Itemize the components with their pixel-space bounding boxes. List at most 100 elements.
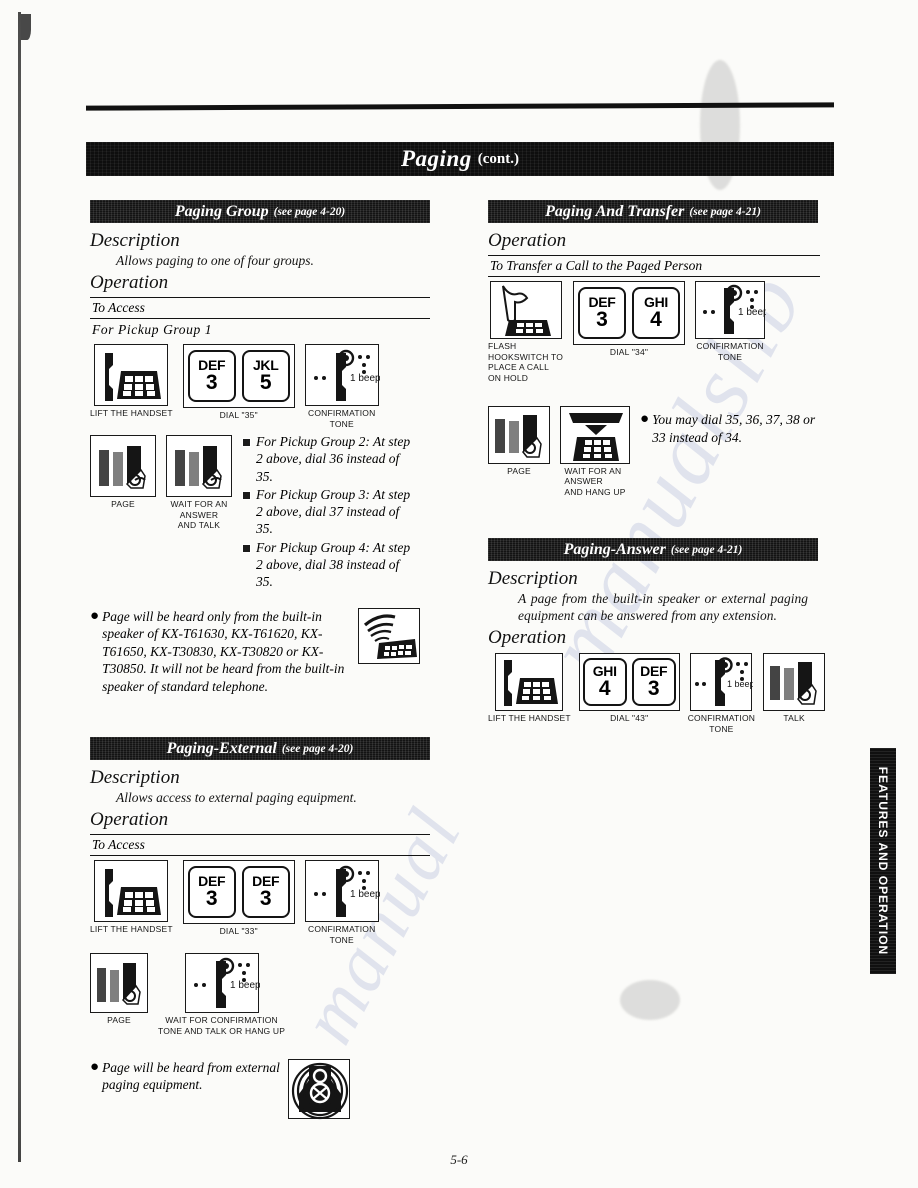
- section-title: Paging-Answer: [563, 540, 666, 558]
- page-number: 5-6: [450, 1152, 468, 1167]
- note-text: You may dial 35, 36, 37, 38 or 33 instea…: [652, 412, 816, 445]
- manual-page: manualslib manual Paging (cont.) Paging …: [0, 0, 918, 1188]
- thumb-tab-label: FEATURES AND OPERATION: [876, 766, 890, 956]
- page-title-suffix: (cont.): [477, 150, 519, 167]
- step-caption: TALK: [783, 713, 805, 724]
- description-text: Allows paging to one of four groups.: [116, 253, 314, 268]
- step-caption: LIFT THE HANDSET: [90, 924, 173, 935]
- step-caption: PAGE: [507, 465, 531, 476]
- square-bullet-icon: [242, 543, 251, 553]
- svg-text:1 beep: 1 beep: [230, 980, 260, 991]
- step-caption: DIAL "35": [219, 409, 258, 420]
- step-caption: CONFIRMATION TONE: [696, 341, 764, 362]
- to-access-label: To Access: [90, 296, 430, 319]
- variant-item: For Pickup Group 4: At step 2 above, dia…: [242, 539, 412, 591]
- operation-heading: Operation: [488, 627, 567, 649]
- note-text: Page will be heard from external paging …: [102, 1059, 280, 1093]
- section-title: Paging Group: [174, 202, 269, 220]
- step-confirmation-tone: 1 beep CONFIRMATION TONE: [304, 343, 381, 429]
- key-digit: 4: [598, 677, 611, 701]
- section-title: Paging-External: [166, 739, 277, 757]
- svg-text:1 beep: 1 beep: [738, 307, 766, 318]
- description-text: Allows access to external paging equipme…: [116, 790, 357, 806]
- key-letters: GHI: [644, 293, 669, 310]
- handset-phone-icon: [495, 653, 564, 712]
- left-column: Paging Group (see page 4-20) Description…: [90, 200, 430, 1119]
- step-row: LIFT THE HANDSET DEF 3 JKL 5 DIAL "35" 1…: [90, 343, 430, 429]
- description-heading: Description: [488, 568, 578, 590]
- pickup-group-variants: For Pickup Group 2: At step 2 above, dia…: [242, 433, 412, 591]
- step-page: PAGE: [90, 435, 156, 510]
- square-bullet-icon: [242, 490, 251, 500]
- key-letters: DEF: [252, 873, 280, 890]
- pickup-group-subline: For Pickup Group 1: [92, 321, 213, 337]
- step-caption: DIAL "43": [610, 713, 649, 724]
- step-flash-hookswitch: FLASH HOOKSWITCH TO PLACE A CALL ON HOLD: [488, 281, 563, 384]
- phone-with-soundwaves-icon: [358, 607, 421, 664]
- step-caption: LIFT THE HANDSET: [90, 407, 173, 418]
- page-speak-icon: [90, 435, 156, 498]
- step-confirmation-tone: 1 beep CONFIRMATION TONE: [688, 653, 755, 734]
- handset-beep-icon: 1 beep: [184, 953, 261, 1014]
- step-row: LIFT THE HANDSET DEF 3 DEF 3 DIAL "33" 1…: [90, 860, 430, 945]
- step-row: PAGE 1 beep WAIT FOR CONFIRMATION TONE A…: [90, 953, 430, 1036]
- step-caption: FLASH HOOKSWITCH TO PLACE A CALL ON HOLD: [488, 341, 564, 383]
- section-header-paging-answer: Paging-Answer (see page 4-21): [488, 538, 818, 562]
- section-header-paging-and-transfer: Paging And Transfer (see page 4-21): [488, 200, 818, 223]
- section-header-paging-external: Paging-External (see page 4-20): [90, 737, 430, 761]
- handset-beep-icon: 1 beep: [304, 343, 381, 406]
- scan-blotch: [620, 980, 680, 1020]
- variant-title: For Pickup Group 3:: [256, 486, 370, 502]
- step-lift-handset: LIFT THE HANDSET: [90, 860, 173, 935]
- key-letters: JKL: [252, 356, 279, 373]
- variant-item: For Pickup Group 3: At step 2 above, dia…: [242, 486, 412, 538]
- section-reference: (see page 4-21): [689, 205, 761, 218]
- key-digit: 4: [650, 307, 662, 331]
- page-speak-icon: [166, 435, 232, 498]
- variant-title: For Pickup Group 2:: [256, 434, 370, 450]
- svg-text:1 beep: 1 beep: [350, 889, 380, 900]
- dial-key: DEF 3: [578, 287, 627, 339]
- keypad-keys-icon: GHI 4 DEF 3: [578, 653, 680, 712]
- paging-group-note: ● Page will be heard only from the built…: [90, 607, 430, 696]
- bullet-icon: ●: [90, 1058, 100, 1075]
- operation-heading: Operation: [90, 271, 169, 293]
- scan-edge-artifact: [18, 12, 21, 1162]
- dial-key: DEF 3: [187, 866, 236, 919]
- to-transfer-label: To Transfer a Call to the Paged Person: [488, 255, 820, 277]
- step-caption: DIAL "33": [219, 926, 258, 937]
- variant-text: For Pickup Group 3: At step 2 above, dia…: [256, 486, 412, 538]
- key-letters: DEF: [198, 873, 226, 890]
- page-speak-icon: [763, 653, 826, 712]
- handset-beep-icon: 1 beep: [304, 860, 381, 923]
- paging-external-note: ● Page will be heard from external pagin…: [90, 1058, 430, 1119]
- step-dial: DEF 3 DEF 3 DIAL "33": [182, 860, 295, 937]
- description-heading: Description: [90, 230, 180, 251]
- dial-key: DEF 3: [187, 349, 236, 402]
- right-column: Paging And Transfer (see page 4-21) Oper…: [488, 200, 828, 734]
- step-caption: CONFIRMATION TONE: [308, 407, 376, 429]
- dial-key: DEF 3: [631, 658, 676, 707]
- variant-title: For Pickup Group 4:: [256, 539, 370, 555]
- step-caption: CONFIRMATION TONE: [687, 713, 756, 734]
- step-caption: WAIT FOR AN ANSWER AND TALK: [170, 499, 228, 531]
- section-reference: (see page 4-21): [670, 543, 743, 556]
- section-header-paging-group: Paging Group (see page 4-20): [90, 200, 430, 223]
- variant-item: For Pickup Group 2: At step 2 above, dia…: [242, 433, 412, 485]
- note-text: Page will be heard only from the built-i…: [102, 608, 345, 694]
- key-letters: DEF: [640, 663, 668, 680]
- step-confirmation-tone: 1 beep CONFIRMATION TONE: [695, 281, 769, 362]
- step-caption: LIFT THE HANDSET: [488, 713, 571, 724]
- step-dial: DEF 3 JKL 5 DIAL "35": [182, 343, 295, 421]
- hang-up-phone-icon: [560, 405, 630, 464]
- step-page: PAGE: [90, 953, 148, 1026]
- step-caption: WAIT FOR CONFIRMATION TONE AND TALK OR H…: [158, 1015, 286, 1036]
- key-digit: 3: [647, 677, 660, 701]
- step-caption: PAGE: [111, 499, 135, 510]
- step-row: PAGE WAIT FOR AN ANSWER AND TALK For Pic…: [90, 433, 430, 591]
- step-caption: WAIT FOR AN ANSWER AND HANG UP: [564, 465, 626, 497]
- dial-key: JKL 5: [241, 349, 290, 402]
- handset-phone-icon: [94, 860, 169, 923]
- dial-key: GHI 4: [632, 287, 681, 339]
- to-access-label: To Access: [90, 834, 430, 857]
